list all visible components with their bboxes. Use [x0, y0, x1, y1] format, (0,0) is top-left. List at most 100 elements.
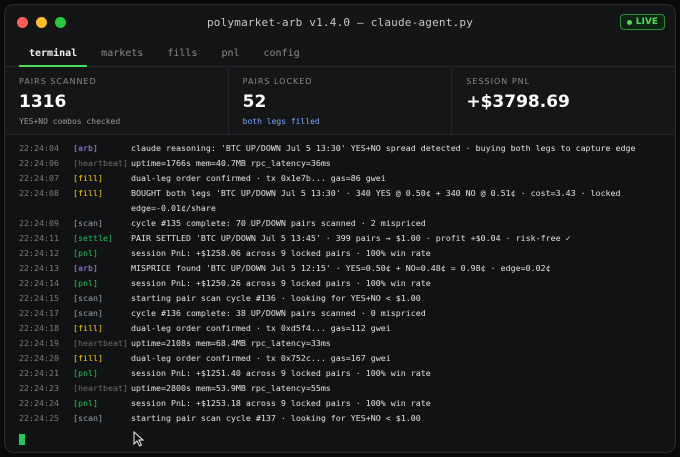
log-timestamp: 22:24:09	[19, 218, 59, 228]
log-row: 22:24:23 [heartbeat] uptime=2800s mem=53.9…	[19, 381, 661, 396]
log-tag: [heartbeat]	[73, 383, 128, 393]
log-row: 22:24:06 [heartbeat] uptime=1766s mem=40.7…	[19, 156, 661, 171]
stat-value: 1316	[19, 92, 67, 112]
log-row: 22:24:11 [settle] PAIR SETTLED 'BTC UP/DOW…	[19, 231, 661, 246]
log-tag: [fill]	[73, 173, 103, 183]
log-timestamp: 22:24:12	[19, 248, 59, 258]
log-row: 22:24:24 [pnl] session PnL: +$1253.18 acro…	[19, 396, 661, 411]
log-message: dual-leg order confirmed · tx 0x1e7b... …	[131, 173, 386, 183]
log-tag: [scan]	[73, 413, 103, 423]
title-bar: polymarket-arb v1.4.0 — claude-agent.py …	[5, 5, 675, 39]
log-rows: 22:24:04 [arb] claude reasoning: 'BTC UP/D…	[19, 141, 661, 426]
window-title: polymarket-arb v1.4.0 — claude-agent.py	[206, 15, 474, 29]
stat-pairs-scanned: PAIRS SCANNED 1316 YES+NO combos checked	[5, 67, 229, 134]
live-badge: LIVE	[619, 14, 665, 30]
tab-fills[interactable]: fills	[157, 48, 207, 66]
log-row: 22:24:17 [scan] cycle #136 complete: 38 UP…	[19, 306, 661, 321]
terminal-log[interactable]: 22:24:04 [arb] claude reasoning: 'BTC UP/D…	[5, 135, 675, 452]
log-tag: [heartbeat]	[73, 338, 128, 348]
log-timestamp	[19, 201, 73, 216]
log-row: 22:24:18 [fill] dual-leg order confirmed ·…	[19, 321, 661, 336]
log-row: 22:24:20 [fill] dual-leg order confirmed ·…	[19, 351, 661, 366]
log-message: uptime=2108s mem=68.4MB rpc_latency=33ms	[131, 338, 331, 348]
log-row: 22:24:08 [fill] BOUGHT both legs 'BTC UP/D…	[19, 186, 661, 201]
tab-config[interactable]: config	[254, 48, 310, 66]
log-row: 22:24:21 [pnl] session PnL: +$1251.40 acro…	[19, 366, 661, 381]
log-message: cycle #136 complete: 38 UP/DOWN pairs sc…	[131, 308, 426, 318]
log-tag: [arb]	[73, 263, 98, 273]
log-row: 22:24:25 [scan] starting pair scan cycle #…	[19, 411, 661, 426]
log-message: uptime=2800s mem=53.9MB rpc_latency=55ms	[131, 383, 331, 393]
log-message: dual-leg order confirmed · tx 0xd5f4... …	[131, 323, 391, 333]
log-row-partial	[19, 135, 661, 141]
log-tag: [fill]	[73, 353, 103, 363]
log-tag	[73, 201, 131, 216]
stat-subtext: both legs filled	[242, 117, 320, 126]
log-row: 22:24:15 [scan] starting pair scan cycle #…	[19, 291, 661, 306]
log-row: 22:24:19 [heartbeat] uptime=2108s mem=68.4…	[19, 336, 661, 351]
log-row: edge=-0.01¢/share	[19, 201, 661, 216]
log-row: 22:24:14 [pnl] session PnL: +$1250.26 acro…	[19, 276, 661, 291]
tab-bar: terminal markets fills pnl config	[5, 39, 675, 67]
log-message: claude reasoning: 'BTC UP/DOWN Jul 5 13:…	[131, 143, 636, 153]
log-row: 22:24:12 [pnl] session PnL: +$1258.06 acro…	[19, 246, 661, 261]
live-dot-icon	[626, 19, 632, 25]
log-tag: [pnl]	[73, 398, 98, 408]
log-message: dual-leg order confirmed · tx 0x752c... …	[131, 353, 391, 363]
log-message: starting pair scan cycle #137 · looking …	[131, 413, 421, 423]
stat-pairs-locked: PAIRS LOCKED 52 both legs filled	[229, 67, 453, 134]
log-timestamp: 22:24:17	[19, 308, 59, 318]
log-message: PAIR SETTLED 'BTC UP/DOWN Jul 5 13:45' ·…	[131, 233, 571, 243]
log-message: session PnL: +$1258.06 across 9 locked p…	[131, 248, 431, 258]
log-tag: [settle]	[73, 233, 113, 243]
log-timestamp: 22:24:06	[19, 158, 59, 168]
log-timestamp: 22:24:08	[19, 188, 59, 198]
log-row: 22:24:04 [arb] claude reasoning: 'BTC UP/D…	[19, 141, 661, 156]
stat-label: SESSION PNL	[466, 77, 531, 86]
log-tag: [heartbeat]	[73, 158, 128, 168]
log-tag: [fill]	[73, 188, 103, 198]
log-message: session PnL: +$1253.18 across 9 locked p…	[131, 398, 431, 408]
log-tag: [scan]	[73, 293, 103, 303]
log-tag: [pnl]	[73, 368, 98, 378]
log-tag: [arb]	[73, 143, 98, 153]
stat-value: 52	[242, 92, 267, 112]
terminal-window: polymarket-arb v1.4.0 — claude-agent.py …	[4, 4, 676, 453]
tab-pnl[interactable]: pnl	[211, 48, 249, 66]
stat-label: PAIRS SCANNED	[19, 77, 97, 86]
log-timestamp: 22:24:20	[19, 353, 59, 363]
log-message: BOUGHT both legs 'BTC UP/DOWN Jul 5 13:3…	[131, 188, 621, 198]
log-timestamp: 22:24:07	[19, 173, 59, 183]
log-row: 22:24:13 [arb] MISPRICE found 'BTC UP/DOWN…	[19, 261, 661, 276]
log-timestamp: 22:24:18	[19, 323, 59, 333]
log-tag: [fill]	[73, 323, 103, 333]
log-timestamp: 22:24:04	[19, 143, 59, 153]
log-message: cycle #135 complete: 70 UP/DOWN pairs sc…	[131, 218, 426, 228]
stat-session-pnl: SESSION PNL +$3798.69	[452, 67, 675, 134]
log-tag: [scan]	[73, 218, 103, 228]
log-timestamp: 22:24:14	[19, 278, 59, 288]
tab-terminal[interactable]: terminal	[19, 48, 88, 67]
log-timestamp: 22:24:15	[19, 293, 59, 303]
terminal-cursor	[19, 434, 25, 445]
tab-markets[interactable]: markets	[91, 48, 153, 66]
log-timestamp: 22:24:19	[19, 338, 59, 348]
log-timestamp: 22:24:21	[19, 368, 59, 378]
log-message: session PnL: +$1250.26 across 9 locked p…	[131, 278, 431, 288]
log-message: starting pair scan cycle #136 · looking …	[131, 293, 421, 303]
stat-subtext: YES+NO combos checked	[19, 117, 121, 126]
log-message: uptime=1766s mem=40.7MB rpc_latency=36ms	[131, 158, 331, 168]
log-timestamp: 22:24:23	[19, 383, 59, 393]
log-tag: [pnl]	[73, 278, 98, 288]
log-message: session PnL: +$1251.40 across 9 locked p…	[131, 368, 431, 378]
log-timestamp: 22:24:13	[19, 263, 59, 273]
log-row: 22:24:07 [fill] dual-leg order confirmed ·…	[19, 171, 661, 186]
stat-value: +$3798.69	[466, 92, 570, 112]
log-timestamp: 22:24:25	[19, 413, 59, 423]
log-message: edge=-0.01¢/share	[131, 203, 216, 213]
log-tag: [scan]	[73, 308, 103, 318]
stat-label: PAIRS LOCKED	[242, 77, 313, 86]
stats-panel: PAIRS SCANNED 1316 YES+NO combos checked…	[5, 67, 675, 135]
log-tag: [pnl]	[73, 248, 98, 258]
log-timestamp: 22:24:11	[19, 233, 59, 243]
